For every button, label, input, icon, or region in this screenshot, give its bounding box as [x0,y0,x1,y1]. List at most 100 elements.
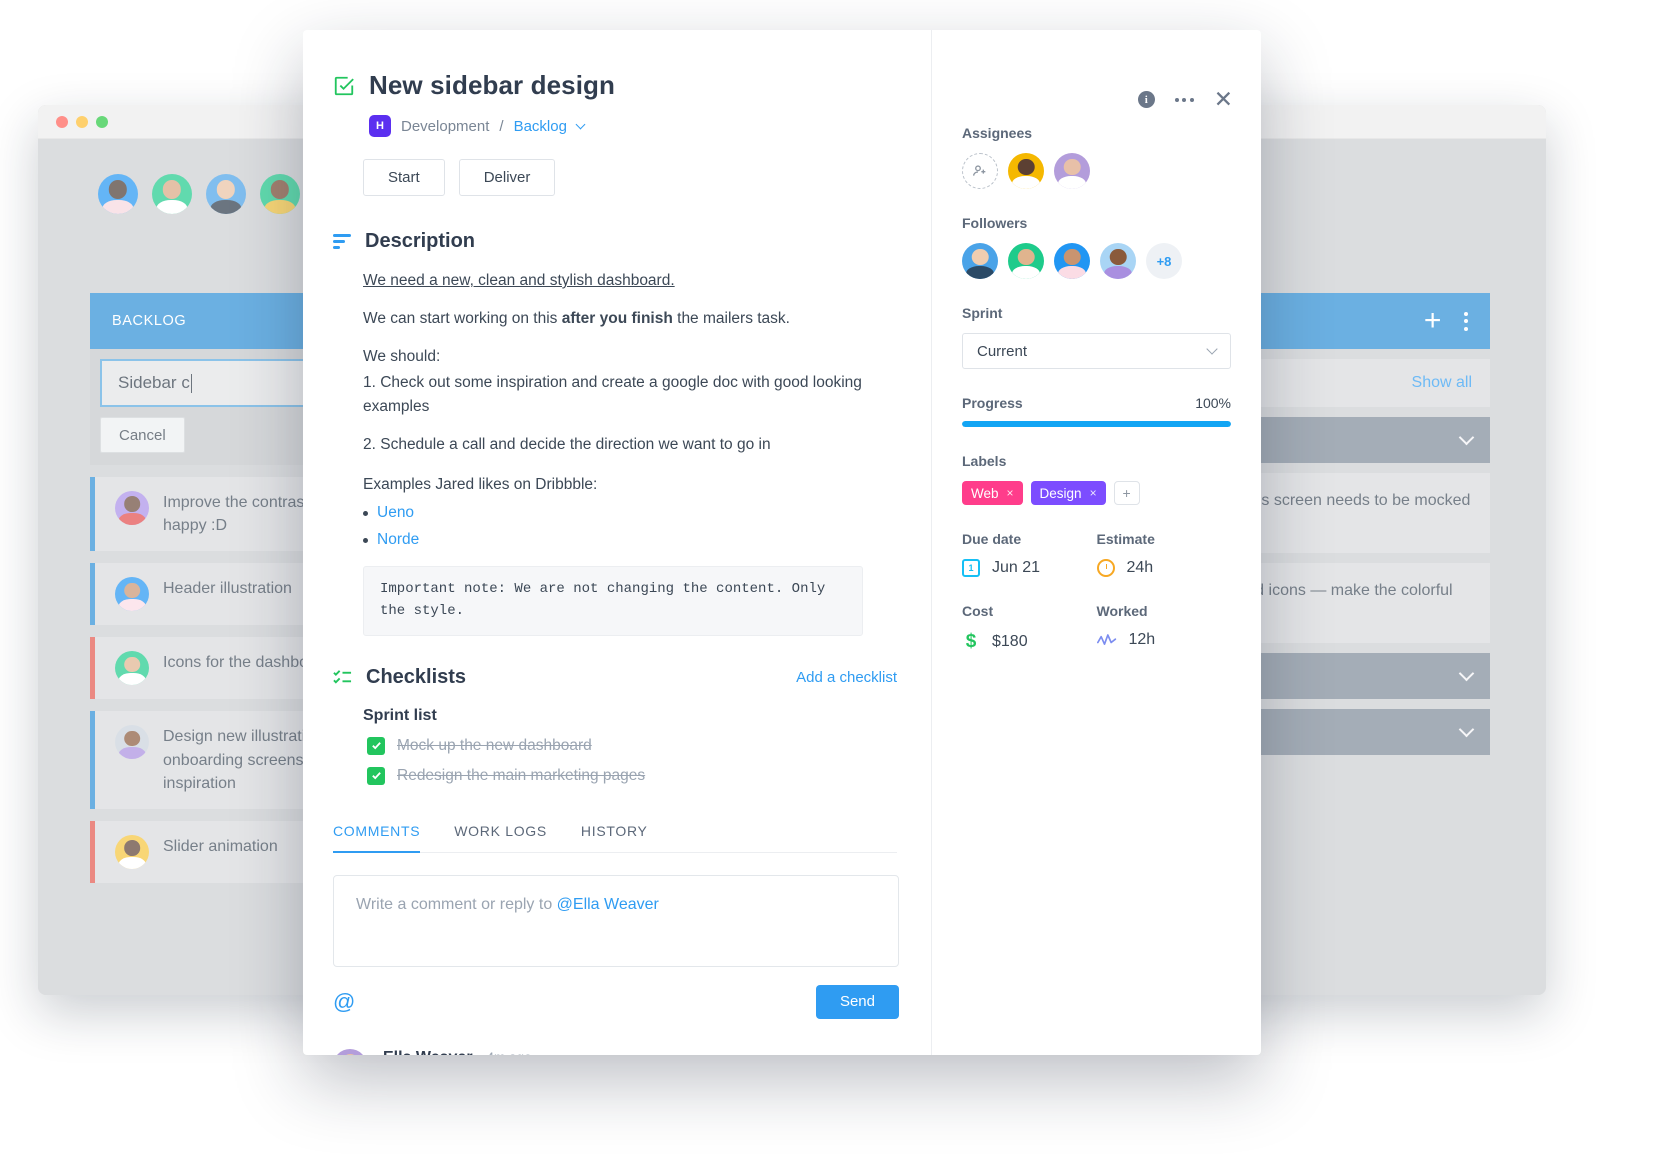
progress-bar[interactable] [962,421,1231,427]
modal-side-panel: Assignees Followers +8 Sprint Current Pr… [931,30,1261,1055]
column-menu-icon[interactable] [1464,311,1468,331]
modal-header-actions: i ✕ [1137,88,1233,111]
labels-block: Labels Web × Design × + [962,453,1231,505]
chevron-down-icon [1458,721,1475,738]
breadcrumb-board[interactable]: Backlog [514,118,567,135]
add-checklist-link[interactable]: Add a checklist [796,669,897,686]
follower-avatar[interactable] [1100,243,1136,279]
worked-value-row[interactable]: 12h [1096,631,1232,649]
comment-input[interactable]: Write a comment or reply to @Ella Weaver [333,874,899,967]
follower-avatar[interactable] [962,243,998,279]
cost-value-row[interactable]: $ $180 [962,631,1097,653]
checklist-item[interactable]: Redesign the main marketing pages [367,766,897,785]
toolbar-avatar[interactable] [206,174,246,214]
link-norde[interactable]: Norde [377,528,419,552]
assignee-avatar[interactable] [1054,153,1090,189]
window-close-button[interactable] [56,115,68,128]
checklist-name: Sprint list [363,706,437,724]
followers-more-button[interactable]: +8 [1146,243,1182,279]
project-badge[interactable]: H [369,115,391,137]
worked-value: 12h [1128,631,1156,648]
checklist-item[interactable]: Mock up the new dashboard [367,736,897,755]
checklists-section-header: Checklists Add a checklist [333,666,897,689]
comment-item: Ella Weaver 4m ago I've made some progre… [333,1048,899,1055]
description-step: 1. Check out some inspiration and create… [363,374,862,416]
start-button[interactable]: Start [363,159,445,196]
description-section-header: Description [333,230,897,253]
description-link-item[interactable]: Ueno [363,501,897,525]
show-all-link[interactable]: Show all [1412,374,1472,392]
label-chip-text: Web [971,485,999,501]
tab-history[interactable]: HISTORY [581,823,648,852]
cost-worked-row: Cost $ $180 Worked 12h [962,603,1231,653]
add-label-button[interactable]: + [1113,481,1140,505]
due-date-block: Due date 1 Jun 21 [962,531,1097,577]
label-chip-web[interactable]: Web × [962,481,1023,505]
sprint-selected-value: Current [977,342,1028,360]
due-date-value: Jun 21 [992,559,1041,576]
checkbox-checked-icon[interactable] [367,736,385,755]
chevron-down-icon[interactable] [575,119,586,129]
description-link-item[interactable]: Norde [363,528,897,552]
comment-placeholder-mention: @Ella Weaver [556,895,659,913]
sprint-block: Sprint Current [962,305,1231,369]
description-paragraph-2: We can start working on this after you f… [363,307,897,331]
status-actions: Start Deliver [363,159,897,196]
screen-root: + BACKLOG Sidebar c Cancel Improve the c [0,0,1656,1154]
assignees-block: Assignees [962,125,1231,189]
composer-actions: @ Send [333,984,899,1019]
remove-label-icon[interactable]: × [1090,486,1097,500]
label-chip-design[interactable]: Design × [1030,481,1106,505]
label-chip-text: Design [1039,485,1082,501]
tab-comments[interactable]: COMMENTS [333,823,421,853]
clock-icon [1096,559,1115,577]
examples-heading: Examples Jared likes on Dribbble: [363,476,598,494]
labels-label: Labels [962,453,1007,469]
toolbar-avatar[interactable] [152,174,192,214]
progress-percent: 100% [1195,395,1231,411]
estimate-value-row[interactable]: 24h [1096,559,1232,577]
window-zoom-button[interactable] [96,115,108,128]
breadcrumb-project[interactable]: Development [401,118,489,135]
sprint-select[interactable]: Current [962,333,1231,369]
add-card-button[interactable]: + [1424,306,1442,336]
more-options-icon[interactable] [1174,97,1194,102]
mention-icon[interactable]: @ [333,990,355,1013]
follower-avatar[interactable] [1008,243,1044,279]
send-button[interactable]: Send [815,984,899,1019]
calendar-icon: 1 [962,559,980,577]
checklist-item-label: Mock up the new dashboard [397,736,592,754]
progress-block: Progress 100% [962,395,1231,427]
new-card-value: Sidebar c [118,373,190,392]
toolbar-avatar[interactable] [98,174,138,214]
chevron-down-icon [1458,429,1475,446]
checklists-heading: Checklists [366,665,467,688]
checkbox-checked-icon[interactable] [367,766,385,785]
tab-work-logs[interactable]: WORK LOGS [454,823,547,852]
assignee-avatar[interactable] [1008,153,1044,189]
info-icon[interactable]: i [1137,91,1155,108]
toolbar-avatar[interactable] [260,174,300,214]
comment-time: 4m ago [487,1050,532,1055]
description-body[interactable]: We need a new, clean and stylish dashboa… [363,269,897,636]
card-text: Header illustration [163,580,292,598]
text-caret [190,373,193,393]
card-avatar [115,577,149,612]
deliver-button[interactable]: Deliver [458,159,556,196]
link-ueno[interactable]: Ueno [377,501,414,525]
close-icon[interactable]: ✕ [1214,88,1233,111]
checklist-item-label: Redesign the main marketing pages [397,766,646,784]
window-minimize-button[interactable] [76,115,88,128]
estimate-value: 24h [1126,559,1154,576]
cost-value: $180 [992,633,1028,650]
breadcrumb: H Development / Backlog [369,115,897,137]
card-avatar [115,834,149,869]
due-date-value-row[interactable]: 1 Jun 21 [962,559,1097,577]
breadcrumb-separator: / [499,117,504,135]
remove-label-icon[interactable]: × [1007,486,1014,500]
progress-bar-fill [962,421,1231,427]
cancel-button[interactable]: Cancel [100,417,185,453]
follower-avatar[interactable] [1054,243,1090,279]
card-text: Slider animation [163,837,278,855]
add-assignee-button[interactable] [962,153,998,189]
